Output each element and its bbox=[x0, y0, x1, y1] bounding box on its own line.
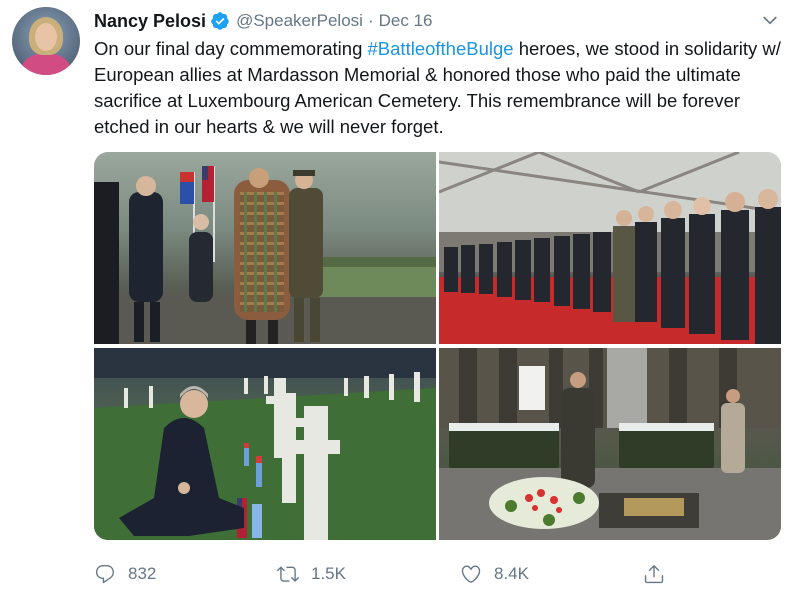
verified-badge-icon bbox=[210, 11, 230, 31]
photo-memorial-walk[interactable] bbox=[94, 152, 436, 344]
author-handle[interactable]: @SpeakerPelosi bbox=[236, 11, 363, 31]
heart-icon bbox=[461, 565, 481, 583]
retweet-button[interactable]: 1.5K bbox=[277, 560, 346, 588]
photo-mardasson-wreath[interactable] bbox=[439, 348, 781, 540]
retweet-icon bbox=[277, 566, 299, 582]
tweet-actions: 832 1.5K 8.4K bbox=[94, 560, 694, 588]
tweet-text: On our final day commemorating #Battleof… bbox=[94, 36, 784, 140]
retweet-count: 1.5K bbox=[311, 564, 346, 583]
header-separator: · bbox=[367, 11, 374, 30]
share-icon bbox=[644, 565, 664, 584]
like-button[interactable]: 8.4K bbox=[460, 560, 529, 588]
reply-count: 832 bbox=[128, 564, 157, 583]
tweet-date[interactable]: Dec 16 bbox=[379, 11, 433, 31]
tweet-text-before: On our final day commemorating bbox=[94, 38, 368, 59]
tweet-header: Nancy Pelosi @SpeakerPelosi · Dec 16 bbox=[94, 10, 433, 32]
reply-icon bbox=[95, 565, 115, 584]
hashtag-link[interactable]: #BattleoftheBulge bbox=[368, 38, 514, 59]
like-count: 8.4K bbox=[494, 564, 529, 583]
chevron-down-icon[interactable] bbox=[760, 10, 780, 30]
avatar-face-shape bbox=[35, 23, 57, 51]
share-button[interactable] bbox=[643, 560, 677, 588]
avatar[interactable] bbox=[12, 7, 80, 75]
media-grid bbox=[94, 152, 781, 540]
photo-memorial-ceremony[interactable] bbox=[439, 152, 781, 344]
reply-button[interactable]: 832 bbox=[94, 560, 156, 588]
photo-cemetery-kneeling[interactable] bbox=[94, 348, 436, 540]
author-name[interactable]: Nancy Pelosi bbox=[94, 11, 206, 32]
tweet-card[interactable]: Nancy Pelosi @SpeakerPelosi · Dec 16 On … bbox=[0, 0, 798, 592]
avatar-body-shape bbox=[22, 53, 70, 75]
